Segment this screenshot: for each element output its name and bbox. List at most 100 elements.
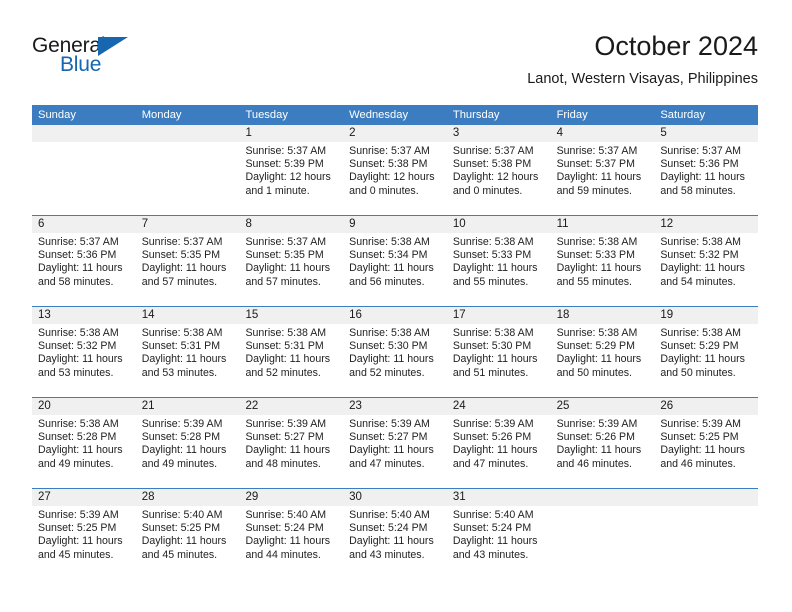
day-cell[interactable]: Sunrise: 5:37 AM Sunset: 5:37 PM Daylight:… — [551, 142, 655, 215]
day-number[interactable]: 30 — [343, 489, 447, 506]
brand-name-blue: Blue — [60, 53, 102, 76]
day-number[interactable]: 4 — [551, 125, 655, 142]
day-number[interactable]: 7 — [136, 216, 240, 233]
day-info-line: Sunset: 5:34 PM — [349, 249, 428, 262]
day-cell[interactable]: Sunrise: 5:38 AM Sunset: 5:31 PM Daylight:… — [136, 324, 240, 397]
day-number[interactable]: 8 — [239, 216, 343, 233]
brand-logo[interactable]: General Blue — [32, 34, 182, 82]
day-cell[interactable]: Sunrise: 5:38 AM Sunset: 5:33 PM Daylight:… — [447, 233, 551, 306]
day-cell[interactable]: Sunrise: 5:38 AM Sunset: 5:29 PM Daylight:… — [551, 324, 655, 397]
day-number[interactable]: 6 — [32, 216, 136, 233]
day-number[interactable]: 13 — [32, 307, 136, 324]
day-cell[interactable]: Sunrise: 5:40 AM Sunset: 5:24 PM Daylight:… — [447, 506, 551, 579]
day-info-line: Daylight: 12 hours — [349, 171, 435, 184]
day-number[interactable]: 12 — [654, 216, 758, 233]
day-cell[interactable]: Sunrise: 5:38 AM Sunset: 5:32 PM Daylight:… — [654, 233, 758, 306]
day-cell[interactable]: Sunrise: 5:37 AM Sunset: 5:38 PM Daylight:… — [343, 142, 447, 215]
week-date-band: 13 14 15 16 17 18 19 — [32, 307, 758, 324]
day-cell[interactable]: Sunrise: 5:38 AM Sunset: 5:31 PM Daylight:… — [239, 324, 343, 397]
day-cell[interactable]: Sunrise: 5:39 AM Sunset: 5:26 PM Daylight:… — [447, 415, 551, 488]
day-cell[interactable]: Sunrise: 5:38 AM Sunset: 5:32 PM Daylight:… — [32, 324, 136, 397]
day-cell[interactable]: Sunrise: 5:39 AM Sunset: 5:26 PM Daylight:… — [551, 415, 655, 488]
day-info-line: Daylight: 11 hours — [245, 353, 331, 366]
day-cell[interactable]: Sunrise: 5:39 AM Sunset: 5:27 PM Daylight:… — [239, 415, 343, 488]
day-cell[interactable]: Sunrise: 5:37 AM Sunset: 5:38 PM Daylight:… — [447, 142, 551, 215]
day-number[interactable]: 11 — [551, 216, 655, 233]
day-info-line: Sunrise: 5:40 AM — [349, 509, 430, 521]
day-info-line: Sunrise: 5:38 AM — [349, 327, 430, 339]
day-info-line: Daylight: 11 hours — [141, 262, 227, 275]
day-info-line: Sunset: 5:35 PM — [141, 249, 221, 262]
day-cell[interactable]: Sunrise: 5:39 AM Sunset: 5:25 PM Daylight:… — [32, 506, 136, 579]
day-info-line: and 0 minutes. — [452, 184, 523, 197]
day-cell[interactable]: Sunrise: 5:37 AM Sunset: 5:36 PM Daylight:… — [32, 233, 136, 306]
day-info-line: Daylight: 11 hours — [556, 171, 642, 184]
day-number[interactable]: 24 — [447, 398, 551, 415]
day-number[interactable]: 1 — [239, 125, 343, 142]
day-number[interactable]: 15 — [239, 307, 343, 324]
day-number[interactable]: 25 — [551, 398, 655, 415]
day-number[interactable]: 29 — [239, 489, 343, 506]
day-cell[interactable]: Sunrise: 5:38 AM Sunset: 5:28 PM Daylight:… — [32, 415, 136, 488]
day-info-line: and 58 minutes. — [660, 184, 736, 197]
day-info-line: Sunrise: 5:40 AM — [245, 509, 327, 521]
day-number[interactable]: 26 — [654, 398, 758, 415]
day-cell[interactable]: Sunrise: 5:37 AM Sunset: 5:35 PM Daylight:… — [136, 233, 240, 306]
day-number[interactable]: 31 — [447, 489, 551, 506]
empty-day-cell — [32, 142, 136, 215]
day-cell[interactable]: Sunrise: 5:39 AM Sunset: 5:28 PM Daylight:… — [136, 415, 240, 488]
day-info-line: Sunset: 5:30 PM — [349, 340, 428, 353]
day-info-line: Sunrise: 5:39 AM — [245, 418, 327, 430]
day-cell[interactable]: Sunrise: 5:37 AM Sunset: 5:39 PM Daylight:… — [239, 142, 343, 215]
day-info-line: and 55 minutes. — [452, 275, 529, 288]
day-info-line: Sunrise: 5:37 AM — [245, 236, 327, 248]
day-number[interactable]: 21 — [136, 398, 240, 415]
page-header: General Blue October 2024 Lanot, Western… — [32, 30, 758, 98]
day-number[interactable]: 2 — [343, 125, 447, 142]
day-number[interactable]: 9 — [343, 216, 447, 233]
day-info-line: and 50 minutes. — [556, 366, 632, 379]
day-number[interactable]: 27 — [32, 489, 136, 506]
day-number[interactable]: 20 — [32, 398, 136, 415]
day-cell[interactable]: Sunrise: 5:40 AM Sunset: 5:24 PM Daylight:… — [239, 506, 343, 579]
day-cell[interactable]: Sunrise: 5:38 AM Sunset: 5:30 PM Daylight:… — [447, 324, 551, 397]
day-cell[interactable]: Sunrise: 5:38 AM Sunset: 5:30 PM Daylight:… — [343, 324, 447, 397]
day-number[interactable]: 5 — [654, 125, 758, 142]
day-info-line: Sunrise: 5:37 AM — [349, 145, 430, 157]
day-cell[interactable]: Sunrise: 5:38 AM Sunset: 5:34 PM Daylight:… — [343, 233, 447, 306]
triangle-icon — [98, 37, 128, 56]
day-number[interactable]: 23 — [343, 398, 447, 415]
day-info-line: Sunset: 5:35 PM — [245, 249, 324, 262]
day-number[interactable]: 3 — [447, 125, 551, 142]
empty-day-cell — [551, 506, 655, 579]
day-cell[interactable]: Sunrise: 5:39 AM Sunset: 5:25 PM Daylight:… — [654, 415, 758, 488]
day-number[interactable]: 14 — [136, 307, 240, 324]
day-number[interactable]: 10 — [447, 216, 551, 233]
day-cell[interactable]: Sunrise: 5:39 AM Sunset: 5:27 PM Daylight:… — [343, 415, 447, 488]
day-number[interactable]: 19 — [654, 307, 758, 324]
day-info-line: Sunset: 5:25 PM — [38, 522, 117, 535]
day-info-line: Sunset: 5:32 PM — [38, 340, 117, 353]
day-info-line: Daylight: 11 hours — [660, 171, 745, 184]
day-number[interactable]: 16 — [343, 307, 447, 324]
day-cell[interactable]: Sunrise: 5:38 AM Sunset: 5:33 PM Daylight:… — [551, 233, 655, 306]
day-number[interactable]: 22 — [239, 398, 343, 415]
day-cell[interactable]: Sunrise: 5:38 AM Sunset: 5:29 PM Daylight:… — [654, 324, 758, 397]
day-info-line: Sunrise: 5:39 AM — [452, 418, 534, 430]
day-cell[interactable]: Sunrise: 5:37 AM Sunset: 5:35 PM Daylight:… — [239, 233, 343, 306]
calendar-week-row: 1 2 3 4 5 Sunrise: 5:37 AM Sunset: 5:39 PM Dayl… — [32, 125, 758, 215]
week-date-band: 6 7 8 9 10 11 12 — [32, 216, 758, 233]
day-info-line: Daylight: 11 hours — [38, 444, 123, 457]
day-number[interactable]: 17 — [447, 307, 551, 324]
day-cell[interactable]: Sunrise: 5:37 AM Sunset: 5:36 PM Daylight:… — [654, 142, 758, 215]
day-number[interactable]: 18 — [551, 307, 655, 324]
day-info-line: Daylight: 11 hours — [141, 353, 227, 366]
day-info-line: Sunset: 5:31 PM — [245, 340, 324, 353]
day-cell[interactable]: Sunrise: 5:40 AM Sunset: 5:25 PM Daylight:… — [136, 506, 240, 579]
day-cell[interactable]: Sunrise: 5:40 AM Sunset: 5:24 PM Daylight:… — [343, 506, 447, 579]
day-info-line: and 47 minutes. — [452, 457, 529, 470]
day-info-line: Sunrise: 5:38 AM — [452, 327, 534, 339]
day-info-line: Daylight: 11 hours — [452, 262, 538, 275]
day-number[interactable]: 28 — [136, 489, 240, 506]
day-info-line: and 46 minutes. — [660, 457, 736, 470]
